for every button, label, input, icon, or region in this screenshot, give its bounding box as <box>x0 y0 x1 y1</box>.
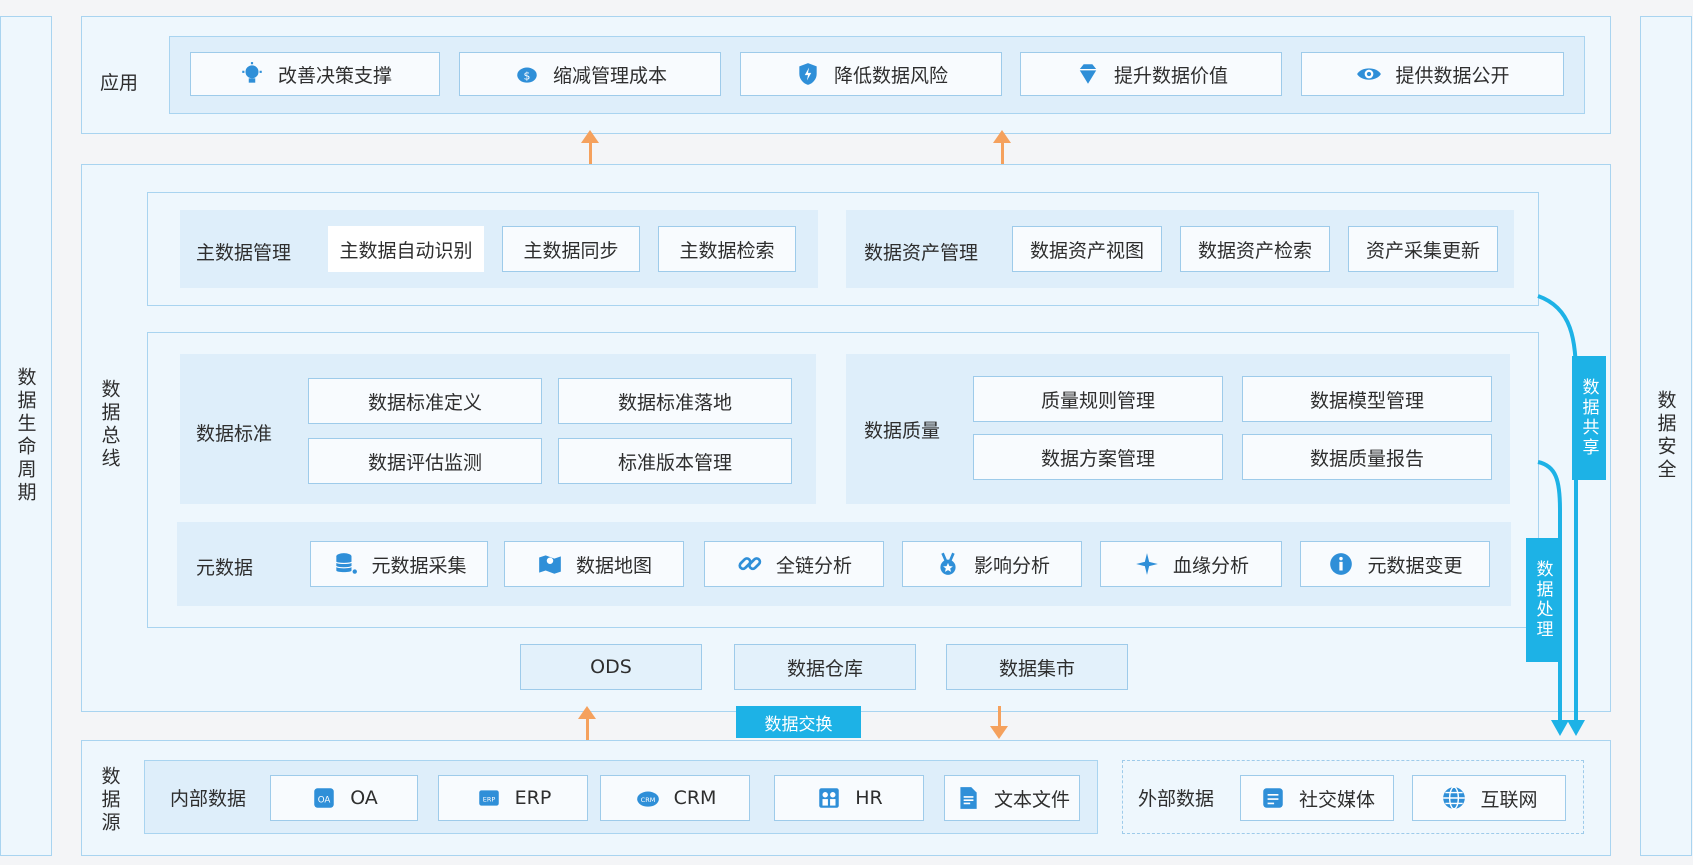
source-internet: 互联网 <box>1412 775 1566 821</box>
source-label: OA <box>350 787 378 809</box>
erp-icon: ERP <box>475 784 503 812</box>
map-icon <box>536 550 564 578</box>
meta-item-label: 元数据变更 <box>1367 554 1463 577</box>
arrow-down-icon <box>990 726 1008 739</box>
app-item-open: 提供数据公开 <box>1301 52 1564 96</box>
app-item-label: 缩减管理成本 <box>552 64 667 87</box>
meta-item-chain: 全链分析 <box>704 541 884 587</box>
source-hr: HR <box>774 775 924 821</box>
oa-icon: OA <box>310 784 338 812</box>
security-column: 数据安全 <box>1640 16 1692 856</box>
meta-item-label: 数据地图 <box>575 554 652 577</box>
svg-text:ERP: ERP <box>482 795 495 803</box>
app-item-label: 改善决策支撑 <box>277 64 392 87</box>
meta-item-collect: 元数据采集 <box>310 541 488 587</box>
database-icon <box>331 550 359 578</box>
social-media-icon <box>1259 784 1287 812</box>
meta-item-label: 血缘分析 <box>1172 554 1249 577</box>
piggy-bank-icon: $ <box>513 60 541 88</box>
meta-item-label: 全链分析 <box>775 554 852 577</box>
storage-mart: 数据集市 <box>946 644 1128 690</box>
asset-item: 资产采集更新 <box>1348 226 1498 272</box>
eye-icon <box>1355 60 1383 88</box>
svg-text:$: $ <box>524 69 531 82</box>
link-icon <box>736 550 764 578</box>
source-label: 文本文件 <box>993 788 1070 811</box>
quality-item: 数据质量报告 <box>1242 434 1492 480</box>
source-label: HR <box>855 787 883 809</box>
source-label: CRM <box>673 787 717 809</box>
arrow-up-icon <box>993 130 1011 143</box>
standard-item: 数据评估监测 <box>308 438 542 484</box>
master-item: 主数据检索 <box>658 226 796 272</box>
diamond-icon <box>1074 60 1102 88</box>
storage-ods: ODS <box>520 644 702 690</box>
app-item-label: 提升数据价值 <box>1113 64 1228 87</box>
source-text-file: 文本文件 <box>944 775 1080 821</box>
master-item: 主数据自动识别 <box>328 226 484 272</box>
app-item-decision: 改善决策支撑 <box>190 52 440 96</box>
source-label: ERP <box>514 787 552 809</box>
data-process-tag: 数据处理 <box>1526 538 1560 662</box>
data-source-title: 数据源 <box>98 765 121 835</box>
crm-icon: CRM <box>634 784 662 812</box>
app-item-risk: 降低数据风险 <box>740 52 1002 96</box>
master-item: 主数据同步 <box>502 226 640 272</box>
data-bus-title: 数据总线 <box>98 379 121 471</box>
meta-item-label: 影响分析 <box>973 554 1050 577</box>
application-layer-title: 应用 <box>100 72 139 94</box>
source-oa: OA OA <box>270 775 418 821</box>
svg-text:CRM: CRM <box>640 796 655 804</box>
lightbulb-icon <box>238 60 266 88</box>
arrow-stem <box>589 143 592 165</box>
data-share-tag: 数据共享 <box>1572 356 1606 480</box>
app-item-label: 提供数据公开 <box>1395 64 1510 87</box>
master-data-title: 主数据管理 <box>196 242 292 264</box>
arrow-stem <box>586 718 589 740</box>
meta-item-label: 元数据采集 <box>371 554 467 577</box>
source-label: 社交媒体 <box>1298 788 1375 811</box>
metadata-title: 元数据 <box>196 557 254 579</box>
lifecycle-column: 数据生命周期 <box>0 16 52 856</box>
medal-icon <box>934 550 962 578</box>
info-circle-icon <box>1327 550 1355 578</box>
asset-item: 数据资产检索 <box>1180 226 1330 272</box>
standard-item: 数据标准定义 <box>308 378 542 424</box>
arrow-up-icon <box>581 130 599 143</box>
meta-item-lineage: 血缘分析 <box>1100 541 1282 587</box>
storage-warehouse: 数据仓库 <box>734 644 916 690</box>
hr-icon <box>815 784 843 812</box>
asset-management-title: 数据资产管理 <box>864 242 979 264</box>
arrow-up-icon <box>578 706 596 719</box>
source-crm: CRM CRM <box>600 775 750 821</box>
data-exchange-tag: 数据交换 <box>736 706 861 738</box>
quality-item: 数据模型管理 <box>1242 376 1492 422</box>
internal-data-title: 内部数据 <box>170 788 247 810</box>
source-label: 互联网 <box>1480 788 1538 811</box>
quality-item: 质量规则管理 <box>973 376 1223 422</box>
arrow-stem <box>998 706 1001 728</box>
external-data-title: 外部数据 <box>1138 788 1215 810</box>
data-quality-title: 数据质量 <box>864 420 941 442</box>
globe-icon <box>1440 784 1468 812</box>
shield-icon <box>794 60 822 88</box>
quality-item: 数据方案管理 <box>973 434 1223 480</box>
standard-item: 数据标准落地 <box>558 378 792 424</box>
app-item-cost: $ 缩减管理成本 <box>459 52 721 96</box>
source-erp: ERP ERP <box>438 775 588 821</box>
arrow-stem <box>1001 143 1004 165</box>
meta-item-impact: 影响分析 <box>902 541 1082 587</box>
svg-text:OA: OA <box>318 795 331 805</box>
asset-item: 数据资产视图 <box>1012 226 1162 272</box>
meta-item-change: 元数据变更 <box>1300 541 1490 587</box>
data-standard-title: 数据标准 <box>196 423 273 445</box>
meta-item-map: 数据地图 <box>504 541 684 587</box>
document-icon <box>954 784 982 812</box>
standard-item: 标准版本管理 <box>558 438 792 484</box>
star-icon <box>1133 550 1161 578</box>
app-item-value: 提升数据价值 <box>1020 52 1282 96</box>
source-social-media: 社交媒体 <box>1240 775 1394 821</box>
app-item-label: 降低数据风险 <box>833 64 948 87</box>
